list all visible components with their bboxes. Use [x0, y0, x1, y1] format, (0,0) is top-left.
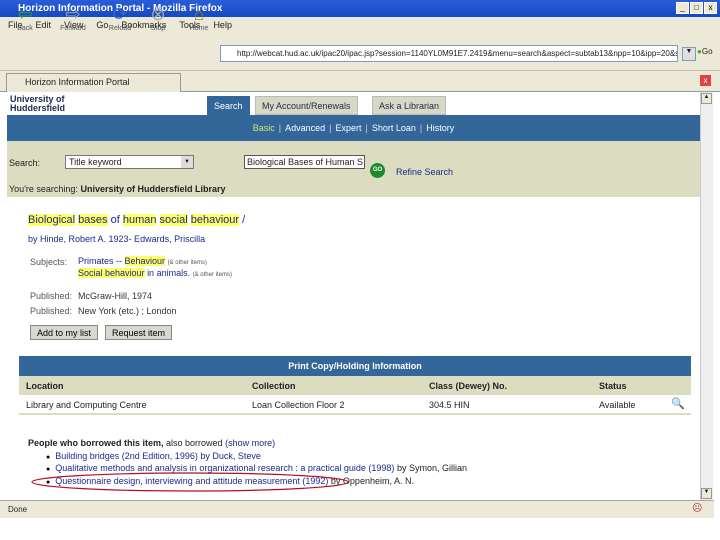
- reload-icon: ⟳: [112, 4, 128, 24]
- subject-2a: Social behaviour: [78, 268, 145, 278]
- chevron-down-icon: ▼: [181, 156, 193, 168]
- search-input[interactable]: Biological Bases of Human S: [244, 155, 365, 169]
- close-button[interactable]: x: [704, 2, 717, 14]
- url-bar[interactable]: http://webcat.hud.ac.uk/ipac20/ipac.jsp?…: [220, 45, 678, 62]
- go-search-button[interactable]: GO: [370, 163, 385, 178]
- scroll-up-icon[interactable]: ▲: [701, 93, 712, 104]
- title-word: human: [122, 214, 157, 226]
- col-collection: Collection: [252, 381, 296, 391]
- url-dropdown-icon[interactable]: ▼: [682, 47, 696, 61]
- also-borrowed-heading: People who borrowed this item, also borr…: [28, 438, 275, 448]
- forward-label: Forward: [60, 25, 86, 32]
- searching-prefix: You're searching:: [9, 184, 78, 194]
- holdings-header: Print Copy/Holding Information: [19, 356, 691, 376]
- maximize-button[interactable]: □: [690, 2, 703, 14]
- subject-2b: in animals.: [147, 268, 191, 278]
- go-label: Go: [701, 47, 713, 56]
- also-prefix: People who borrowed this item,: [28, 438, 164, 448]
- status-text: Done: [8, 505, 28, 514]
- col-location: Location: [26, 381, 64, 391]
- close-tab-icon[interactable]: x: [700, 75, 711, 86]
- publisher: McGraw-Hill, 1974: [78, 291, 153, 301]
- scroll-down-icon[interactable]: ▼: [701, 488, 712, 499]
- subject-1b: Behaviour: [124, 256, 166, 266]
- magnifier-icon[interactable]: 🔍: [671, 397, 685, 410]
- status-bar: Done: [0, 500, 714, 518]
- holdings-column-headers: Location Collection Class (Dewey) No. St…: [19, 376, 691, 395]
- cell-status: Available: [599, 400, 636, 410]
- record-author[interactable]: by Hinde, Robert A. 1923- Edwards, Prisc…: [28, 234, 205, 244]
- col-class: Class (Dewey) No.: [429, 381, 508, 391]
- subnav-advanced[interactable]: Advanced: [285, 123, 325, 133]
- title-word: behaviour: [190, 214, 240, 226]
- searching-info: You're searching: University of Huddersf…: [9, 184, 226, 194]
- subject-1a: Primates: [78, 256, 114, 266]
- published-label: Published:: [30, 291, 73, 301]
- search-subnav: Basic | Advanced | Expert | Short Loan | History: [7, 115, 700, 141]
- stop-icon: ⊗: [150, 4, 166, 24]
- cell-collection: Loan Collection Floor 2: [252, 400, 345, 410]
- back-button[interactable]: ⇦ Back: [10, 3, 40, 32]
- menu-help[interactable]: Help: [213, 20, 232, 30]
- minimize-button[interactable]: _: [676, 2, 689, 14]
- tab-ask-librarian[interactable]: Ask a Librarian: [372, 96, 447, 115]
- tab-my-account[interactable]: My Account/Renewals: [255, 96, 358, 115]
- home-label: Home: [189, 25, 209, 32]
- show-more-link[interactable]: (show more): [225, 438, 275, 448]
- adblock-icon[interactable]: ☹: [692, 503, 702, 514]
- pubplace-label: Published:: [30, 306, 73, 316]
- subject-2-note: (& other items): [192, 272, 232, 278]
- table-row: Library and Computing Centre Loan Collec…: [19, 395, 691, 415]
- cell-location: Library and Computing Centre: [26, 400, 147, 410]
- reload-label: Reload: [108, 25, 132, 32]
- subject-1-note: (& other items): [167, 260, 207, 266]
- subnav-basic[interactable]: Basic: [253, 123, 275, 133]
- col-status: Status: [599, 381, 627, 391]
- annotation-ellipse: [31, 472, 349, 492]
- back-label: Back: [17, 25, 33, 32]
- also-item-author: by Symon, Gillian: [396, 463, 467, 473]
- home-icon: ⌂: [193, 4, 205, 24]
- also-mid: also borrowed: [166, 438, 223, 448]
- subnav-expert[interactable]: Expert: [335, 123, 361, 133]
- subject-2[interactable]: Social behaviour in animals. (& other it…: [78, 268, 232, 278]
- subjects-label: Subjects:: [30, 257, 68, 267]
- also-item-link[interactable]: Building bridges (2nd Edition, 1996) by …: [55, 451, 261, 461]
- title-word: Biological: [28, 214, 76, 226]
- search-label: Search:: [9, 158, 41, 168]
- browser-tab[interactable]: Horizon Information Portal: [6, 73, 181, 92]
- cell-class: 304.5 HIN: [429, 400, 470, 410]
- reload-button[interactable]: ⟳ Reload: [105, 3, 135, 32]
- back-arrow-icon: ⇦: [17, 4, 33, 24]
- title-word: /: [242, 214, 246, 226]
- request-item-button[interactable]: Request item: [105, 325, 173, 340]
- title-word: of: [110, 214, 120, 226]
- forward-arrow-icon: ⇨: [65, 4, 81, 24]
- searching-library: University of Huddersfield Library: [80, 184, 226, 194]
- go-button[interactable]: ●Go: [697, 47, 713, 56]
- search-field-value: Title keyword: [69, 157, 122, 167]
- title-word: social: [159, 214, 188, 226]
- logo-line2: Huddersfield: [10, 103, 66, 113]
- record-title[interactable]: Biological bases of human social behavio…: [28, 214, 245, 226]
- stop-label: Stop: [150, 25, 166, 32]
- university-logo[interactable]: University of Huddersfield: [10, 95, 65, 113]
- forward-button[interactable]: ⇨ Forward: [58, 3, 88, 32]
- search-field-select[interactable]: Title keyword ▼: [65, 155, 194, 169]
- list-item: Building bridges (2nd Edition, 1996) by …: [46, 451, 261, 461]
- title-word: bases: [78, 214, 108, 226]
- vertical-scrollbar[interactable]: [700, 92, 713, 500]
- refine-search-link[interactable]: Refine Search: [396, 167, 453, 177]
- tab-search[interactable]: Search: [207, 96, 250, 115]
- home-button[interactable]: ⌂ Home: [184, 3, 214, 32]
- stop-button[interactable]: ⊗ Stop: [143, 3, 173, 32]
- subject-1[interactable]: Primates -- Behaviour (& other items): [78, 256, 207, 266]
- subnav-short-loan[interactable]: Short Loan: [372, 123, 416, 133]
- publication-place: New York (etc.) ; London: [78, 306, 177, 316]
- add-to-list-button[interactable]: Add to my list: [30, 325, 99, 340]
- subnav-history[interactable]: History: [426, 123, 454, 133]
